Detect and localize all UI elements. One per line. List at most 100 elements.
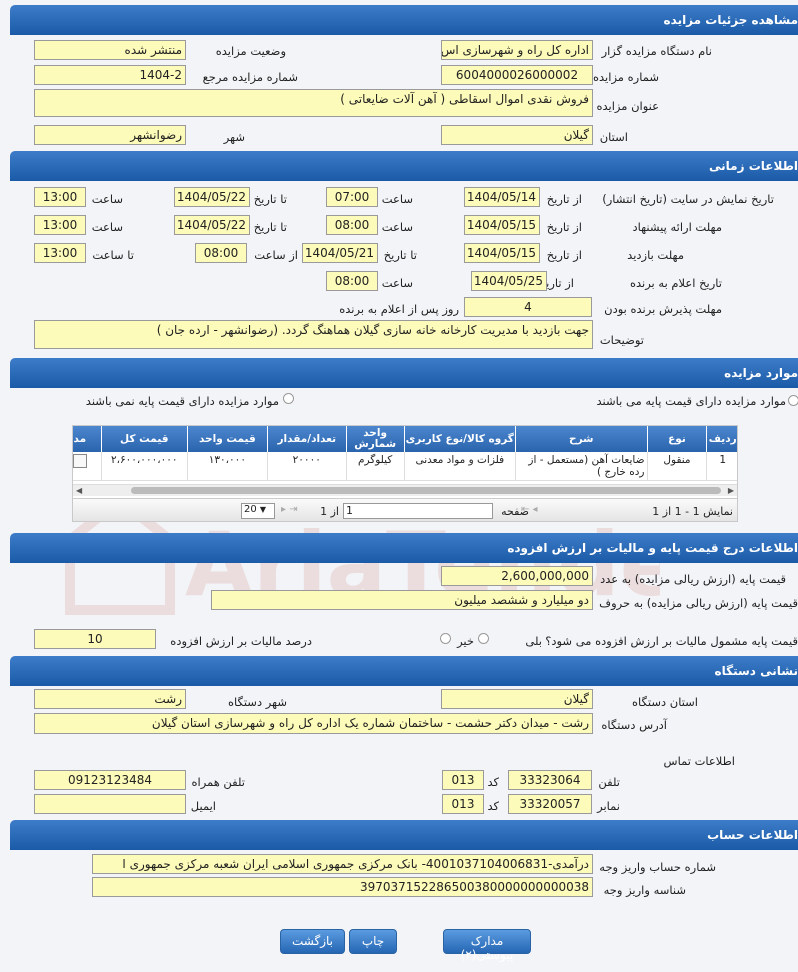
section-header-price: اطلاعات درج قیمت پایه و مالیات بر ارزش ا… xyxy=(10,533,798,563)
cell-desc: ضایعات آهن (مستعمل - از رده خارج ) xyxy=(515,452,648,481)
account-label: شماره حساب واریز وجه xyxy=(599,860,716,874)
col-row[interactable]: ردیف xyxy=(706,426,737,452)
number-label: شماره مزایده xyxy=(593,70,659,84)
scroll-right-icon[interactable]: ▶ xyxy=(728,486,734,495)
display-to-time-field: 13:00 xyxy=(34,187,86,207)
display-from-time-field: 07:00 xyxy=(326,187,378,207)
org-label: نام دستگاه مزایده گزار xyxy=(601,44,712,58)
offer-deadline-label: مهلت ارائه پیشنهاد xyxy=(632,220,722,234)
radio-without-base-price[interactable] xyxy=(283,393,294,404)
account-field: درآمدی-4001037104006831- بانک مرکزی جمهو… xyxy=(92,854,593,874)
org-city-label: شهر دستگاه xyxy=(227,695,287,709)
cell-type: منقول xyxy=(647,452,708,481)
vat-percent-label: درصد مالیات بر ارزش افزوده xyxy=(170,634,312,648)
scrollbar-thumb[interactable] xyxy=(131,487,721,494)
pager-showing: نمایش 1 - 1 از 1 xyxy=(652,505,733,518)
col-unit-price[interactable]: قیمت واحد xyxy=(187,426,268,452)
visit-to-field: 1404/05/21 xyxy=(302,243,378,263)
ref-number-label: شماره مزایده مرجع xyxy=(202,70,298,84)
title-label: عنوان مزایده xyxy=(596,99,659,113)
fax-code-field: 013 xyxy=(442,794,484,814)
base-price-text-label: قیمت پایه (ارزش ریالی مزایده) به حروف xyxy=(599,596,798,610)
pager-last-icon[interactable]: ▸ ⇥ xyxy=(281,504,298,515)
radio-with-base-price[interactable] xyxy=(788,395,798,406)
visit-to-time-label: تا ساعت xyxy=(92,248,134,262)
base-price-text-field: دو میلیارد و ششصد میلیون xyxy=(211,590,593,610)
cell-row: 1 xyxy=(706,452,737,481)
accept-label: مهلت پذیرش برنده بودن xyxy=(604,302,722,316)
col-type[interactable]: نوع xyxy=(647,426,708,452)
radio-vat-no[interactable] xyxy=(440,633,451,644)
pager-of-label: از 1 xyxy=(320,505,339,518)
cell-group: فلزات و مواد معدنی xyxy=(404,452,517,481)
phone-code-field: 013 xyxy=(442,770,484,790)
print-button[interactable]: چاپ xyxy=(349,929,397,954)
email-field xyxy=(34,794,186,814)
phone-code-label: کد xyxy=(487,775,499,789)
col-qty[interactable]: تعداد/مقدار xyxy=(267,426,347,452)
org-province-field: گیلان xyxy=(441,689,593,709)
announce-date-field: 1404/05/25 xyxy=(471,271,547,291)
section-header-items: موارد مزایده xyxy=(10,358,798,388)
city-label: شهر xyxy=(223,130,245,144)
offer-from-label: از تاریخ xyxy=(546,220,582,234)
cell-qty: ۲۰۰۰۰ xyxy=(267,452,347,481)
col-total[interactable]: قیمت کل xyxy=(101,426,188,452)
back-button[interactable]: بازگشت xyxy=(280,929,345,954)
email-label: ایمیل xyxy=(190,799,216,813)
display-from-label: از تاریخ xyxy=(546,192,582,206)
col-group[interactable]: گروه کالا/نوع کاربری xyxy=(404,426,517,452)
vat-no-label: خیر xyxy=(457,634,474,648)
vat-percent-field: 10 xyxy=(34,629,156,649)
scroll-left-icon[interactable]: ◀ xyxy=(76,486,82,495)
display-to-field: 1404/05/22 xyxy=(174,187,250,207)
org-address-field: رشت - میدان دکتر حشمت - ساختمان شماره یک… xyxy=(34,713,593,734)
visit-deadline-label: مهلت بازدید xyxy=(627,248,684,262)
org-field: اداره کل راه و شهرسازی اس xyxy=(441,40,593,60)
pager-bar: نمایش 1 - 1 از 1 ⇤ ◂ صفحه 1 از 1 ▸ ⇥ 20 … xyxy=(73,498,737,521)
visit-to-label: تا تاریخ xyxy=(383,248,417,262)
table-header-row: ردیف نوع شرح گروه کالا/نوع کاربری واحد ش… xyxy=(73,426,737,452)
display-from-time-label: ساعت xyxy=(381,192,413,206)
mobile-field: 09123123484 xyxy=(34,770,186,790)
payment-id-label: شناسه واریز وجه xyxy=(603,883,686,897)
row-action-icon[interactable] xyxy=(73,454,87,468)
accept-days-field: 4 xyxy=(464,297,592,317)
accept-suffix: روز پس از اعلام به برنده xyxy=(339,302,459,316)
radio-vat-yes[interactable] xyxy=(478,633,489,644)
col-extra[interactable]: مد xyxy=(73,426,102,452)
table-row[interactable]: 1 منقول ضایعات آهن (مستعمل - از رده خارج… xyxy=(73,452,737,481)
cell-unit-price: ۱۳۰،۰۰۰ xyxy=(187,452,268,481)
visit-from-time-field: 08:00 xyxy=(195,243,247,263)
items-table: ردیف نوع شرح گروه کالا/نوع کاربری واحد ش… xyxy=(73,426,737,481)
number-field: 6004000026000002 xyxy=(441,65,593,85)
col-desc[interactable]: شرح xyxy=(515,426,648,452)
offer-to-time-label: ساعت xyxy=(91,220,123,234)
without-base-price-label: موارد مزایده دارای قیمت پایه نمی باشند xyxy=(85,394,279,408)
display-to-label: تا تاریخ xyxy=(253,192,287,206)
pager-page-input[interactable]: 1 xyxy=(343,503,493,519)
horizontal-scrollbar[interactable]: ◀ ▶ xyxy=(73,484,737,496)
announce-time-label: ساعت xyxy=(381,276,413,290)
visit-from-field: 1404/05/15 xyxy=(464,243,540,263)
offer-from-time-label: ساعت xyxy=(381,220,413,234)
cell-unit: کیلوگرم xyxy=(346,452,405,481)
fax-code-label: کد xyxy=(487,799,499,813)
offer-from-field: 1404/05/15 xyxy=(464,215,540,235)
display-from-field: 1404/05/14 xyxy=(464,187,540,207)
phone-label: تلفن xyxy=(598,775,620,789)
section-header-account: اطلاعات حساب xyxy=(10,820,798,850)
desc-field: جهت بازدید با مدیریت کارخانه خانه سازی گ… xyxy=(34,320,593,349)
org-province-label: استان دستگاه xyxy=(631,695,698,709)
page-size-select[interactable]: 20 ▼ xyxy=(241,503,275,519)
cell-extra[interactable] xyxy=(73,452,102,481)
visit-from-time-label: از ساعت xyxy=(254,248,298,262)
base-price-num-field: 2,600,000,000 xyxy=(441,566,593,586)
attachments-button[interactable]: مدارک پیوستی(۲) xyxy=(443,929,531,962)
col-unit[interactable]: واحد شمارش xyxy=(346,426,405,452)
offer-from-time-field: 08:00 xyxy=(326,215,378,235)
display-to-time-label: ساعت xyxy=(91,192,123,206)
announce-label: تاریخ اعلام به برنده xyxy=(629,276,722,290)
payment-id-field: 397037152286500380000000000038 xyxy=(92,877,593,897)
chevron-down-icon: ▼ xyxy=(259,505,267,514)
